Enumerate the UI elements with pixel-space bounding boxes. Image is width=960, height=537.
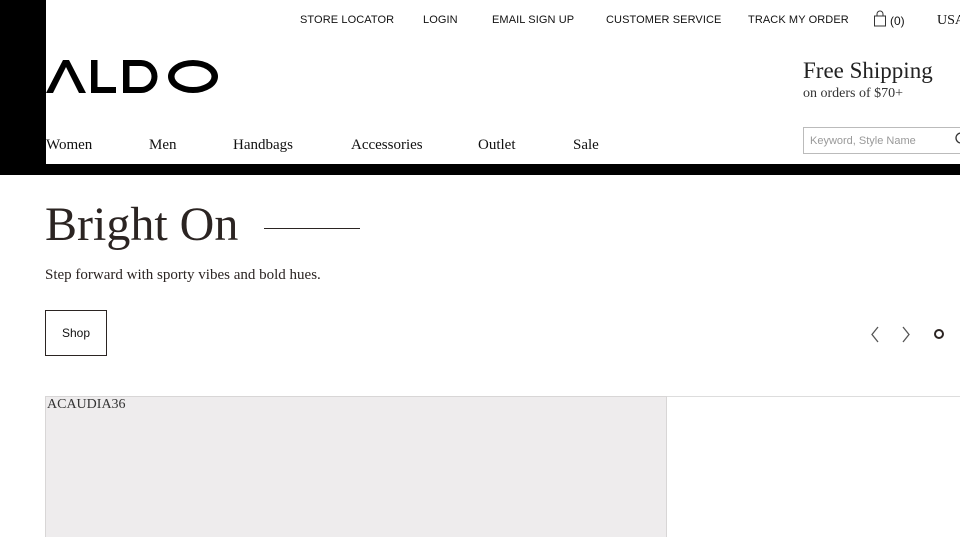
logo-wordmark — [46, 60, 218, 93]
chevron-left-icon[interactable] — [870, 326, 880, 348]
nav-men[interactable]: Men — [149, 137, 177, 154]
nav-women[interactable]: Women — [46, 137, 92, 154]
hero-title-rule — [264, 228, 360, 229]
utility-nav: STORE LOCATOR LOGIN EMAIL SIGN UP CUSTOM… — [0, 0, 960, 40]
hero-subtitle: Step forward with sporty vibes and bold … — [45, 267, 321, 283]
hero-title: Bright On — [45, 198, 239, 251]
track-order-link[interactable]: TRACK MY ORDER — [748, 14, 849, 26]
product-name: ACAUDIA36 — [47, 397, 126, 412]
nav-handbags[interactable]: Handbags — [233, 137, 293, 154]
aldo-logo[interactable] — [46, 58, 222, 96]
nav-accessories[interactable]: Accessories — [351, 137, 423, 154]
free-shipping-promo[interactable]: Free Shipping on orders of $70+ — [803, 57, 933, 103]
shop-button[interactable]: Shop — [45, 310, 107, 356]
carousel-dot-active[interactable] — [934, 329, 944, 339]
shopping-bag-icon — [873, 10, 887, 32]
search-box — [803, 127, 960, 154]
country-selector[interactable]: USA — [937, 13, 960, 29]
chevron-right-icon[interactable] — [901, 326, 911, 348]
search-icon[interactable] — [954, 131, 960, 152]
customer-service-link[interactable]: CUSTOMER SERVICE — [606, 14, 722, 26]
header-bottom-rule — [0, 164, 960, 175]
search-input[interactable] — [804, 128, 960, 153]
product-tile[interactable]: ACAUDIA36 — [45, 396, 667, 537]
cart-button[interactable]: (0) — [873, 10, 905, 32]
nav-sale[interactable]: Sale — [573, 137, 599, 154]
promo-subtitle: on orders of $70+ — [803, 86, 904, 101]
store-locator-link[interactable]: STORE LOCATOR — [300, 14, 394, 26]
cart-count: (0) — [890, 14, 905, 28]
promo-title: Free Shipping — [803, 58, 933, 83]
email-signup-link[interactable]: EMAIL SIGN UP — [492, 14, 574, 26]
login-link[interactable]: LOGIN — [423, 14, 458, 26]
nav-outlet[interactable]: Outlet — [478, 137, 516, 154]
